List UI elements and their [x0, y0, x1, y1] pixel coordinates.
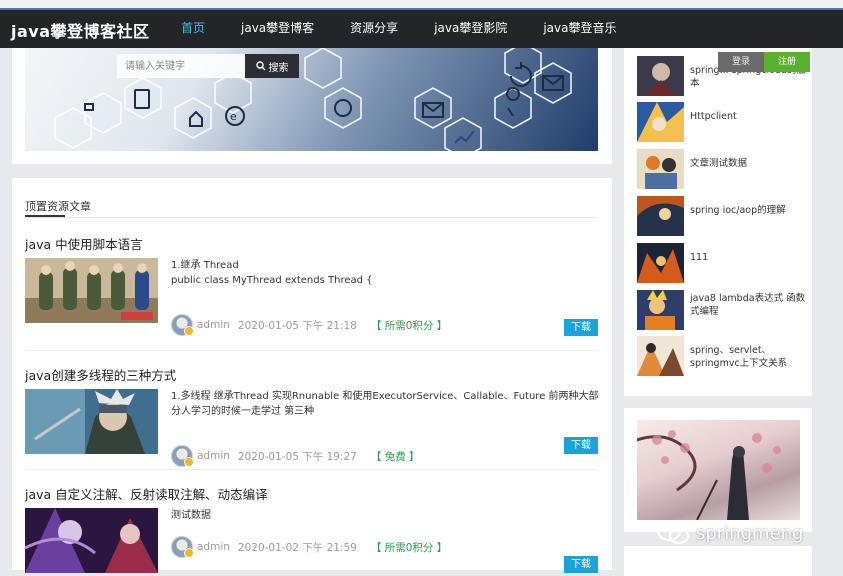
top-strip [0, 0, 843, 8]
author-name[interactable]: admin [197, 541, 230, 553]
banner-card: e 搜索 [12, 46, 612, 164]
nav-item-home[interactable]: 首页 [163, 8, 223, 48]
sidebar-thumbnail [637, 196, 684, 236]
sidebar-item-label: java8 lambda表达式 函数式编程 [690, 293, 806, 317]
banner-image: e 搜索 [25, 48, 598, 151]
section-title: 顶置资源文章 [25, 200, 91, 213]
nav-item-music[interactable]: java攀登音乐 [525, 8, 634, 48]
article-excerpt: 测试数据 [171, 510, 211, 521]
sidebar-thumbnail [637, 102, 684, 142]
article-thumbnail[interactable] [25, 258, 158, 323]
author-avatar[interactable] [171, 314, 194, 336]
sidebar-item-label: spring ioc/aop的理解 [690, 205, 786, 216]
points-badge: 【 所需0积分 】 [370, 319, 448, 332]
sidebar-item-label: 111 [690, 252, 709, 263]
sidebar-item[interactable]: 111 [637, 243, 807, 283]
article-meta: admin 2020-01-02 下午 21:59 【 所需0积分 】 [171, 536, 447, 558]
author-avatar[interactable] [171, 445, 194, 467]
sidebar-item[interactable]: spring、servlet、springmvc上下文关系 [637, 336, 807, 376]
author-name[interactable]: admin [197, 319, 230, 331]
sidebar-item-label: spring、servlet、springmvc上下文关系 [690, 345, 788, 369]
article-list-card: 顶置资源文章 java 中使用脚本语言 1.继承 Thread public c… [12, 178, 612, 573]
sidebar-item[interactable]: 文章测试数据 [637, 149, 807, 189]
sidebar-item[interactable]: Httpclient [637, 102, 807, 142]
search-input[interactable] [117, 54, 245, 78]
sidebar-article-list: spring... springcloud的版本 Httpclient 文章测试… [624, 46, 812, 396]
sidebar-item-label: 文章测试数据 [690, 158, 748, 169]
article-meta: admin 2020-01-05 下午 21:18 【 所需0积分 】 [171, 314, 447, 336]
nav-item-resources[interactable]: 资源分享 [332, 8, 416, 48]
wechat-icon [657, 521, 689, 544]
sidebar-thumbnail [637, 56, 684, 96]
article-date: 2020-01-02 下午 21:59 [237, 541, 357, 554]
author-avatar[interactable] [171, 536, 194, 558]
search-bar: 搜索 [117, 54, 299, 78]
watermark-text: springmeng [696, 522, 804, 544]
section-divider [25, 217, 598, 218]
article-date: 2020-01-05 下午 21:18 [237, 319, 357, 332]
download-button[interactable]: 下载 [564, 319, 598, 336]
sidebar-item[interactable]: spring ioc/aop的理解 [637, 196, 807, 236]
sidebar-item[interactable]: java8 lambda表达式 函数式编程 [637, 290, 807, 330]
article-title[interactable]: java 自定义注解、反射读取注解、动态编译 [25, 484, 268, 503]
sidebar-thumbnail [637, 149, 684, 189]
download-button[interactable]: 下载 [564, 437, 598, 454]
watermark: springmeng [656, 520, 803, 546]
nav-menu: 首页 java攀登博客 资源分享 java攀登影院 java攀登音乐 [163, 8, 635, 48]
search-button[interactable]: 搜索 [245, 54, 299, 78]
sidebar-thumbnail [637, 336, 684, 376]
article-thumbnail[interactable] [25, 389, 158, 454]
article-divider [25, 350, 598, 351]
sidebar-thumbnail [637, 290, 684, 330]
article-divider [25, 469, 598, 470]
article-meta: admin 2020-01-05 下午 19:27 【 免费 】 [171, 445, 420, 467]
nav-accent-line [0, 8, 843, 10]
author-name[interactable]: admin [197, 450, 230, 462]
article-date: 2020-01-05 下午 19:27 [237, 450, 357, 463]
auth-buttons: 登录 注册 [718, 52, 810, 72]
sidebar-next-card [624, 546, 812, 576]
article-item: java 自定义注解、反射读取注解、动态编译 测试数据 admin 2020-0… [25, 484, 598, 574]
svg-text:e: e [230, 110, 237, 123]
article-thumbnail[interactable] [25, 508, 158, 573]
nav-item-cinema[interactable]: java攀登影院 [416, 8, 525, 48]
register-button[interactable]: 注册 [764, 52, 810, 72]
points-badge: 【 免费 】 [370, 450, 420, 463]
sidebar-item-label: Httpclient [690, 111, 737, 122]
banner-icons-art: e [54, 48, 572, 151]
nav-item-blog[interactable]: java攀登博客 [223, 8, 332, 48]
search-button-label: 搜索 [268, 62, 289, 74]
download-button[interactable]: 下载 [564, 556, 598, 573]
login-button[interactable]: 登录 [718, 52, 764, 72]
sidebar-thumbnail [637, 243, 684, 283]
points-badge: 【 所需0积分 】 [370, 541, 448, 554]
article-title[interactable]: java 中使用脚本语言 [25, 234, 143, 253]
article-title[interactable]: java创建多线程的三种方式 [25, 365, 176, 384]
site-brand[interactable]: java攀登博客社区 [11, 18, 150, 42]
article-excerpt: 1.继承 Thread public class MyThread extend… [171, 260, 373, 286]
article-excerpt: 1.多线程 继承Thread 实现Rnunable 和使用ExecutorSer… [171, 391, 599, 417]
sidebar-image-card [624, 408, 812, 532]
search-icon [255, 61, 265, 71]
article-item: java创建多线程的三种方式 1.多线程 继承Thread 实现Rnunable… [25, 365, 599, 475]
sidebar-illustration [637, 420, 800, 520]
top-navigation-bar: java攀登博客社区 首页 java攀登博客 资源分享 java攀登影院 jav… [0, 8, 843, 48]
article-item: java 中使用脚本语言 1.继承 Thread public class My… [25, 234, 598, 351]
